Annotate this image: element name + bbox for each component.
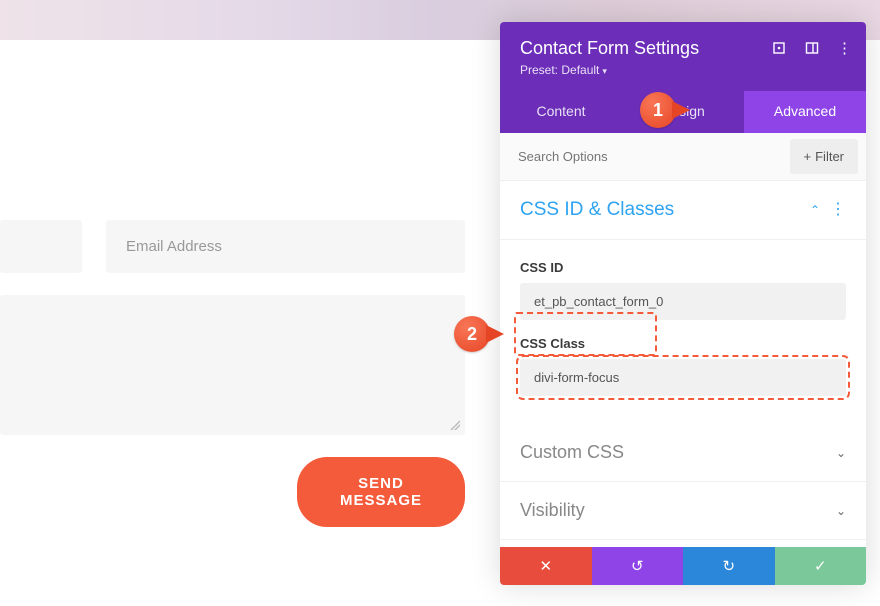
callout-number: 2	[467, 324, 477, 345]
redo-icon: ↻	[722, 557, 735, 575]
chevron-up-icon: ⌃	[810, 203, 820, 217]
name-input[interactable]	[0, 220, 82, 273]
css-class-label: CSS Class	[520, 336, 846, 351]
css-id-input[interactable]	[520, 283, 846, 320]
filter-button[interactable]: + Filter	[790, 139, 858, 174]
panel-body: CSS ID & Classes ⌃ ⋮ CSS ID CSS Class Cu…	[500, 181, 866, 547]
tab-advanced[interactable]: Advanced	[744, 91, 866, 133]
redo-button[interactable]: ↻	[683, 547, 775, 585]
search-row: + Filter	[500, 133, 866, 181]
section-visibility[interactable]: Visibility ⌄	[500, 482, 866, 540]
section-transitions[interactable]: Transitions ⌄	[500, 540, 866, 547]
more-icon[interactable]: ⋮	[837, 40, 852, 55]
section-title: Visibility	[520, 500, 836, 521]
section-more-icon[interactable]: ⋮	[830, 205, 846, 215]
undo-button[interactable]: ↺	[592, 547, 684, 585]
css-class-input[interactable]	[520, 359, 846, 396]
contact-form: Email Address SEND MESSAGE	[0, 220, 465, 527]
chevron-down-icon: ⌄	[836, 446, 846, 460]
save-button[interactable]: ✓	[775, 547, 867, 585]
check-icon: ✓	[814, 557, 827, 575]
message-textarea[interactable]	[0, 295, 465, 435]
preset-dropdown[interactable]: Preset: Default	[520, 63, 846, 77]
close-icon: ✕	[539, 557, 552, 575]
tab-content[interactable]: Content	[500, 91, 622, 133]
footer-bar: ✕ ↺ ↻ ✓	[500, 547, 866, 585]
send-message-button[interactable]: SEND MESSAGE	[297, 457, 465, 527]
section-custom-css[interactable]: Custom CSS ⌄	[500, 424, 866, 482]
plus-icon: +	[804, 149, 812, 164]
cancel-button[interactable]: ✕	[500, 547, 592, 585]
undo-icon: ↺	[631, 557, 644, 575]
email-input[interactable]: Email Address	[106, 220, 465, 273]
section-title: CSS ID & Classes	[520, 199, 810, 221]
section-title: Custom CSS	[520, 442, 836, 463]
search-input[interactable]	[500, 135, 790, 178]
callout-2: 2	[454, 316, 490, 352]
expand-icon[interactable]	[771, 40, 786, 55]
filter-label: Filter	[815, 149, 844, 164]
panel-header: Contact Form Settings Preset: Default ⋮	[500, 22, 866, 91]
section-css-id-classes[interactable]: CSS ID & Classes ⌃ ⋮	[500, 181, 866, 240]
chevron-down-icon: ⌄	[836, 504, 846, 518]
section-body-css: CSS ID CSS Class	[500, 240, 866, 424]
css-id-label: CSS ID	[520, 260, 846, 275]
callout-number: 1	[653, 100, 663, 121]
dock-icon[interactable]	[804, 40, 819, 55]
callout-1: 1	[640, 92, 676, 128]
